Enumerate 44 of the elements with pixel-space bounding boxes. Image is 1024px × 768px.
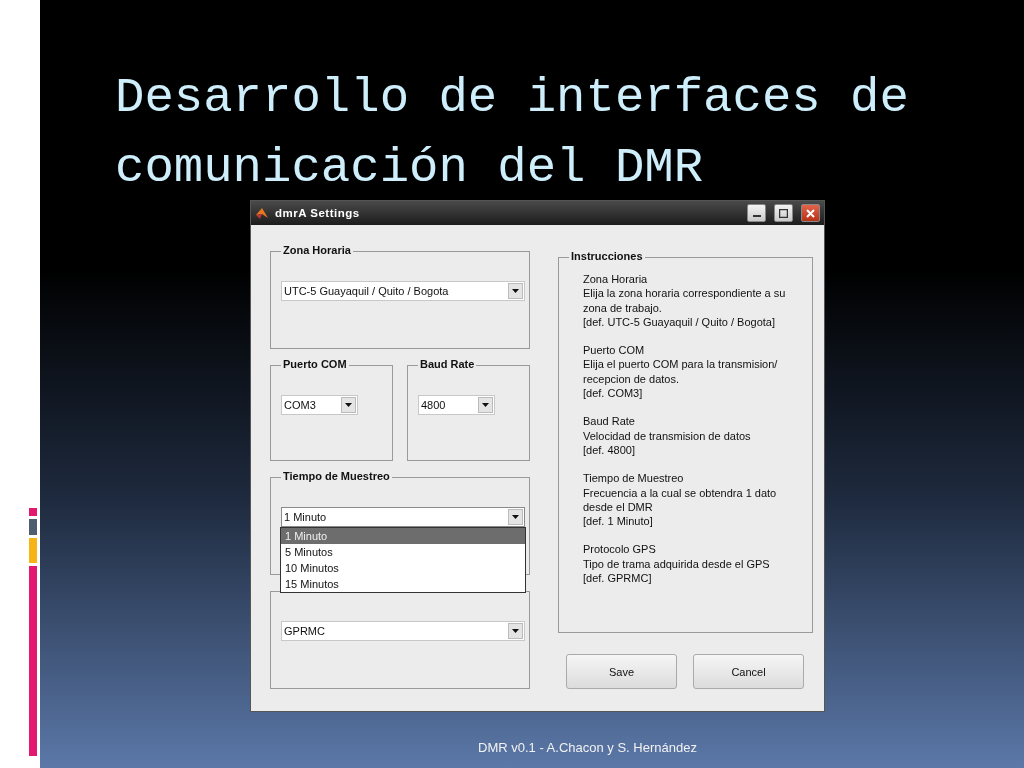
close-button[interactable] — [801, 204, 820, 222]
accent-bar — [29, 508, 37, 516]
dropdown[interactable]: 1 Minuto — [281, 507, 525, 527]
slide-footer: DMR v0.1 - A.Chacon y S. Hernández — [478, 740, 1024, 755]
instruction-text: Velocidad de transmision de datos — [583, 428, 752, 443]
group-title: Zona Horaria — [281, 244, 353, 256]
dropdown[interactable]: UTC-5 Guayaquil / Quito / Bogota — [281, 281, 525, 301]
maximize-button[interactable] — [774, 204, 793, 222]
instruction-text: zona de trabajo. — [583, 300, 663, 315]
instruction-text: [def. GPRMC] — [583, 571, 653, 586]
instruction-text: [def. 1 Minuto] — [583, 514, 654, 529]
instruction-text: Frecuencia a la cual se obtendra 1 dato — [583, 485, 778, 500]
instruction-text: Baud Rate — [583, 414, 636, 429]
slide-title: Desarrollo de interfaces de — [115, 69, 910, 128]
instruction-text: Protocolo GPS — [583, 542, 657, 557]
dialog-button[interactable]: Save — [566, 654, 677, 689]
instruction-text: recepcion de datos. — [583, 371, 680, 387]
maximize-icon — [779, 208, 788, 218]
dropdown[interactable]: GPRMC — [281, 621, 525, 641]
instruction-text: Puerto COM — [583, 343, 646, 358]
slide-title: comunicación del DMR — [115, 139, 705, 198]
group-title: Instrucciones — [569, 250, 645, 262]
group-title: Puerto COM — [281, 358, 349, 370]
instruction-text: Elija la zona horaria correspondiente a su — [583, 286, 787, 301]
instruction-text: Zona Horaria — [583, 272, 649, 287]
group-title: Baud Rate — [418, 358, 477, 370]
minimize-button[interactable] — [747, 204, 766, 222]
dropdown[interactable]: 4800 — [418, 395, 495, 415]
instruction-text: Elija el puerto COM para la transmision/ — [583, 357, 779, 372]
window-title: dmrA Settings — [275, 207, 361, 219]
dropdown-option[interactable]: 1 Minuto — [281, 528, 525, 544]
dropdown[interactable]: COM3 — [281, 395, 358, 415]
accent-bar — [29, 519, 37, 535]
close-icon — [806, 208, 815, 218]
instruction-text: [def. COM3] — [583, 386, 644, 401]
app-logo-icon — [255, 206, 269, 220]
instruction-text: Tipo de trama adquirida desde el GPS — [583, 556, 771, 572]
dialog-button[interactable]: Cancel — [693, 654, 804, 689]
instruction-text: [def. 4800] — [583, 442, 636, 458]
instruction-text: desde el DMR — [583, 499, 654, 515]
accent-bar — [29, 538, 37, 563]
instruction-text: [def. UTC-5 Guayaquil / Quito / Bogota] — [583, 314, 776, 330]
group-title: Tiempo de Muestreo — [281, 470, 392, 482]
instruction-text: Tiempo de Muestreo — [583, 471, 685, 486]
